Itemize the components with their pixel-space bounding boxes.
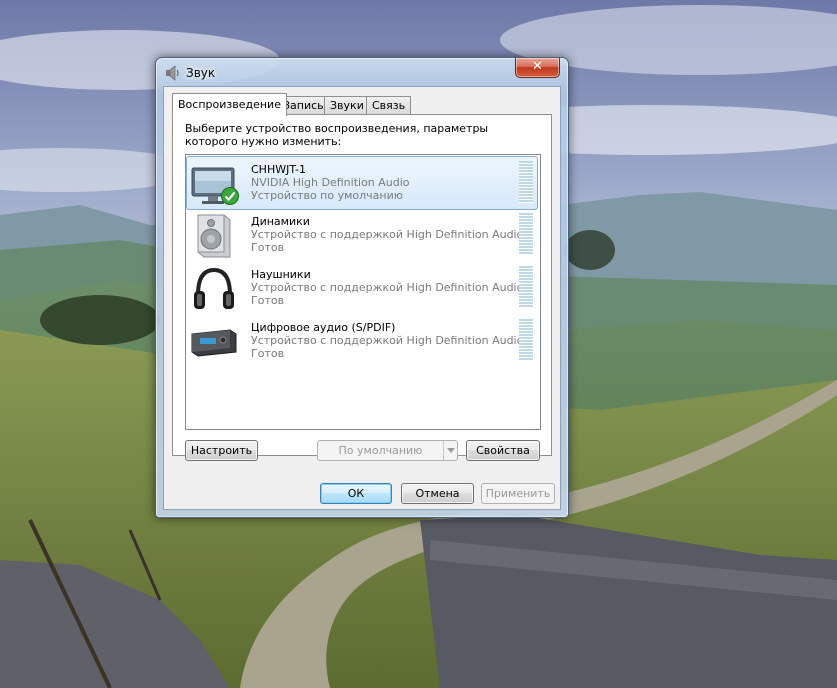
cancel-button[interactable]: Отмена: [401, 483, 474, 504]
device-item-digital-audio[interactable]: Цифровое аудио (S/PDIF) Устройство с под…: [187, 315, 537, 367]
apply-button[interactable]: Применить: [481, 483, 555, 504]
instruction-text: Выберите устройство воспроизведения, пар…: [185, 122, 489, 148]
dialog-client-area: Воспроизведение Запись Звуки Связь Выбер…: [163, 86, 561, 510]
volume-level-meter: [519, 319, 533, 361]
tab-playback[interactable]: Воспроизведение: [172, 93, 287, 116]
ok-button[interactable]: ОК: [320, 483, 392, 504]
close-button[interactable]: ✕: [515, 58, 560, 78]
sound-dialog-window: Звук ✕ Воспроизведение Запись Звуки Связ…: [155, 57, 569, 518]
tab-sounds[interactable]: Звуки: [324, 96, 370, 115]
device-name: Динамики: [251, 215, 310, 228]
volume-level-meter: [519, 161, 533, 203]
window-title: Звук: [186, 66, 216, 80]
speaker-icon: [197, 214, 231, 258]
speaker-icon: [166, 65, 179, 81]
properties-button[interactable]: Свойства: [466, 440, 540, 461]
device-driver: Устройство с поддержкой High Definition …: [251, 281, 524, 294]
device-name: CHHWJT-1: [251, 163, 307, 176]
close-icon: ✕: [532, 59, 543, 74]
tab-communications[interactable]: Связь: [366, 96, 412, 115]
headphones-icon: [194, 267, 234, 309]
digital-audio-receiver-icon: [191, 329, 237, 357]
set-default-label: По умолчанию: [338, 444, 423, 457]
volume-level-meter: [519, 266, 533, 308]
playback-tab-panel: Выберите устройство воспроизведения, пар…: [172, 114, 552, 461]
default-checkmark-icon: [221, 187, 239, 205]
title-bar[interactable]: Звук ✕: [156, 58, 568, 86]
device-name: Цифровое аудио (S/PDIF): [251, 321, 396, 334]
volume-level-meter: [519, 213, 533, 255]
device-status: Устройство по умолчанию: [251, 189, 404, 202]
device-list[interactable]: CHHWJT-1 NVIDIA High Definition Audio Ус…: [185, 154, 541, 430]
device-item-speakers[interactable]: Динамики Устройство с поддержкой High De…: [187, 209, 537, 261]
device-name: Наушники: [251, 268, 311, 281]
device-driver: Устройство с поддержкой High Definition …: [251, 334, 524, 347]
device-driver: Устройство с поддержкой High Definition …: [251, 228, 524, 241]
device-driver: NVIDIA High Definition Audio: [251, 176, 410, 189]
device-item-chhwjt-1[interactable]: CHHWJT-1 NVIDIA High Definition Audio Ус…: [186, 156, 538, 210]
device-status: Готов: [251, 294, 285, 307]
chevron-down-icon[interactable]: [443, 441, 457, 460]
device-item-headphones[interactable]: Наушники Устройство с поддержкой High De…: [187, 262, 537, 314]
device-status: Готов: [251, 347, 285, 360]
device-status: Готов: [251, 241, 285, 254]
set-default-split-button[interactable]: По умолчанию: [317, 440, 458, 461]
configure-button[interactable]: Настроить: [185, 440, 258, 461]
